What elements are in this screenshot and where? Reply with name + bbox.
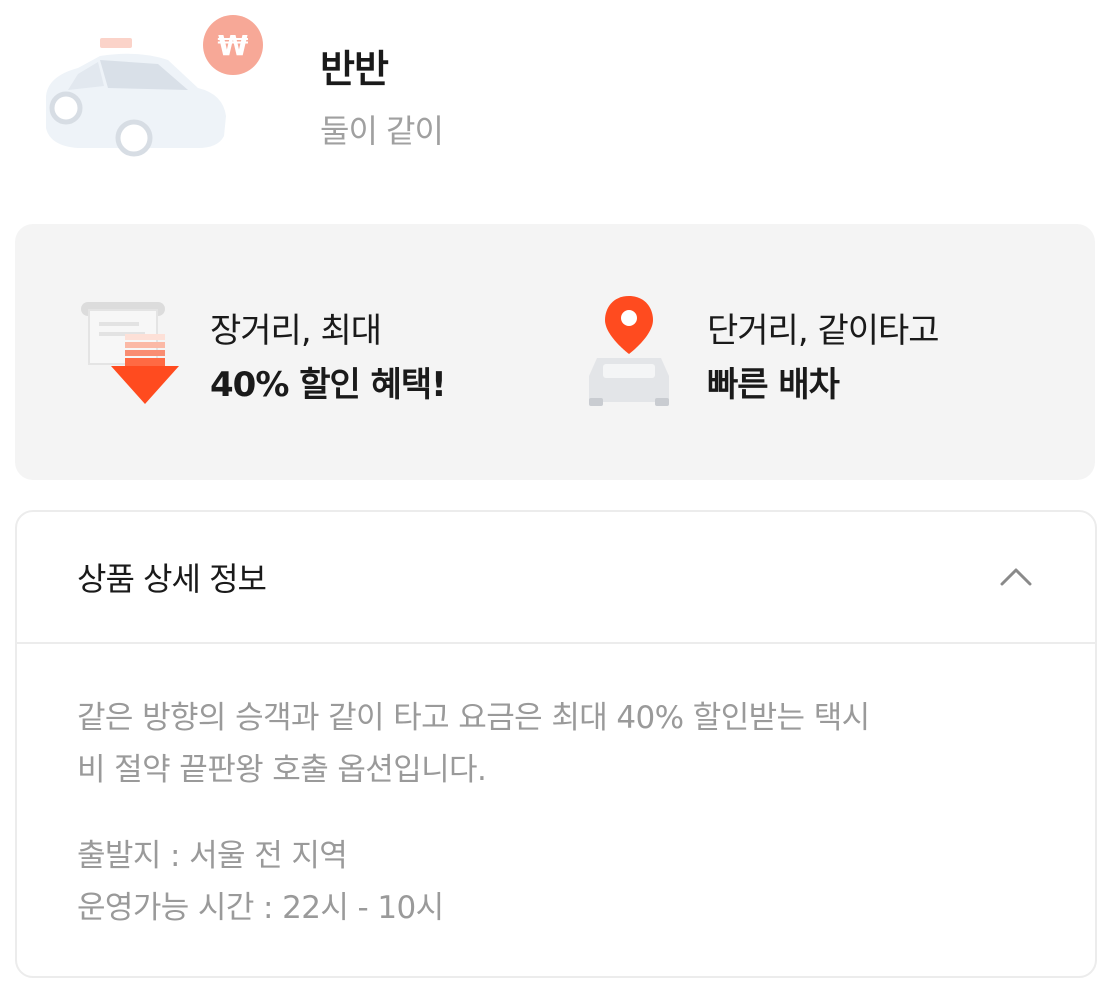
product-header: ₩ 반반 둘이 같이 (0, 0, 1110, 200)
benefit-line2: 빠른 배차 (707, 365, 840, 405)
benefit-line1: 단거리, 같이타고 (707, 311, 940, 351)
benefits-panel: 장거리, 최대 40% 할인 혜택! 단거리, 같이타고 빠른 배차 (15, 224, 1095, 480)
details-meta: 출발지 : 서울 전 지역 운영가능 시간 : 22시 - 10시 (77, 830, 1037, 934)
benefit-long-distance: 장거리, 최대 40% 할인 혜택! (77, 294, 537, 414)
details-header[interactable]: 상품 상세 정보 (17, 512, 1095, 644)
benefit-short-distance: 단거리, 같이타고 빠른 배차 (577, 294, 1057, 414)
benefit-text: 단거리, 같이타고 빠른 배차 (707, 304, 940, 412)
details-body: 같은 방향의 승객과 같이 타고 요금은 최대 40% 할인받는 택시 비 절약… (77, 692, 1037, 934)
discount-receipt-icon (81, 302, 179, 404)
description-line1: 같은 방향의 승객과 같이 타고 요금은 최대 40% 할인받는 택시 (77, 700, 870, 736)
description-line2: 비 절약 끝판왕 호출 옵션입니다. (77, 752, 487, 788)
chevron-up-icon[interactable] (999, 562, 1033, 592)
won-badge-icon: ₩ (203, 15, 263, 75)
details-description: 같은 방향의 승객과 같이 타고 요금은 최대 40% 할인받는 택시 비 절약… (77, 692, 1037, 796)
operating-hours: 운영가능 시간 : 22시 - 10시 (77, 890, 444, 926)
product-details-card: 상품 상세 정보 같은 방향의 승객과 같이 타고 요금은 최대 40% 할인받… (15, 510, 1097, 978)
departure-info: 출발지 : 서울 전 지역 (77, 838, 348, 874)
details-title: 상품 상세 정보 (77, 560, 267, 598)
taxi-car-icon (46, 38, 226, 157)
benefit-text: 장거리, 최대 40% 할인 혜택! (210, 304, 447, 412)
pin-car-icon (589, 296, 669, 406)
product-subtitle: 둘이 같이 (320, 112, 444, 150)
benefit-line1: 장거리, 최대 (210, 311, 382, 351)
product-title: 반반 (320, 47, 389, 91)
benefit-line2: 40% 할인 혜택! (210, 365, 447, 405)
